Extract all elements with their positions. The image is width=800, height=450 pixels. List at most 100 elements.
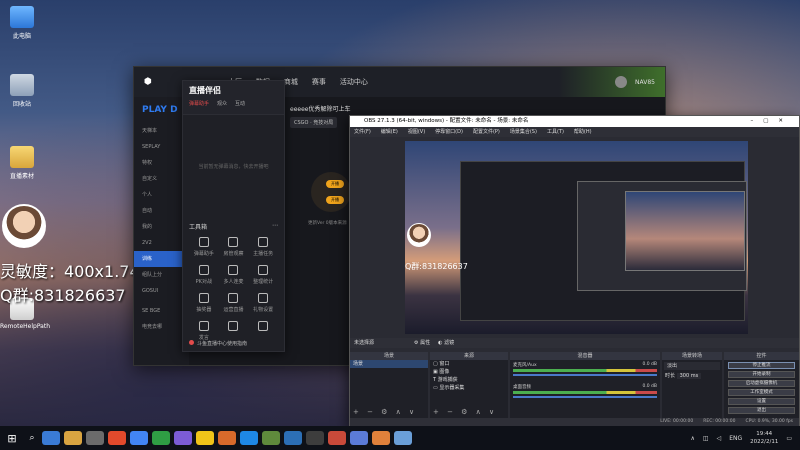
menu-item[interactable]: 配置文件(P) [473, 127, 500, 137]
channel-name: 桌面音频 [513, 385, 531, 390]
taskbar-app-icon[interactable] [108, 431, 126, 445]
tool-item[interactable]: 礼物设置 [248, 293, 278, 313]
tool-item[interactable]: 弹幕助手 [189, 237, 219, 257]
desktop-icon-recycle-bin[interactable]: 回收站 [0, 74, 44, 108]
nav-item[interactable]: 活动中心 [340, 77, 368, 87]
sidebar-item[interactable]: SEPLAY [134, 139, 189, 155]
taskbar-app-icon[interactable] [262, 431, 280, 445]
source-item[interactable]: ▢ 窗口 [430, 360, 508, 368]
scene-controls[interactable]: + − ⚙ ∧ ∨ [353, 408, 417, 416]
taskbar-app-icon[interactable] [350, 431, 368, 445]
obs-preview[interactable]: Q群:831826637 [405, 141, 748, 334]
menu-item[interactable]: 停靠窗口(D) [435, 127, 463, 137]
tab-interact[interactable]: 互动 [235, 100, 245, 107]
desktop-icon-stream-folder[interactable]: 直播素材 [0, 146, 44, 180]
duration-field[interactable]: 时长 300 ms [662, 372, 722, 380]
sidebar-item[interactable]: 2V2 [134, 235, 189, 251]
taskbar-app-icon[interactable] [130, 431, 148, 445]
search-icon[interactable]: ⌕ [24, 433, 40, 443]
menu-item[interactable]: 工具(T) [547, 127, 564, 137]
nav-item[interactable]: 赛事 [312, 77, 326, 87]
taskbar-app-icon[interactable] [372, 431, 390, 445]
taskbar-app-icon[interactable] [86, 431, 104, 445]
network-icon[interactable]: ◫ [703, 435, 709, 442]
taskbar-app-icon[interactable] [174, 431, 192, 445]
taskbar-app-icon[interactable] [42, 431, 60, 445]
tab-danmu[interactable]: 弹幕助手 [189, 100, 209, 107]
tool-item[interactable]: 发言 [189, 321, 219, 341]
tool-item[interactable]: 多人连麦 [219, 265, 249, 285]
tray-arrow-icon[interactable]: ∧ [690, 435, 694, 442]
properties-button[interactable]: ⚙ 属性 [414, 338, 430, 348]
studio-mode-button[interactable]: 工作室模式 [728, 389, 795, 396]
taskbar-app-icon[interactable] [64, 431, 82, 445]
sidebar-item[interactable]: 自动 [134, 203, 189, 219]
tool-item[interactable]: 运营直播 [219, 293, 249, 313]
source-item[interactable]: T 游戏捕获 [430, 376, 508, 384]
scene-item[interactable]: 场景 [350, 360, 428, 368]
tool-item[interactable]: 整理统计 [248, 265, 278, 285]
taskbar-app-icon[interactable] [394, 431, 412, 445]
sidebar-item[interactable]: 我的 [134, 219, 189, 235]
taskbar-app-icon[interactable] [196, 431, 214, 445]
taskbar-app-icon[interactable] [218, 431, 236, 445]
start-virtual-camera-button[interactable]: 启动虚拟摄像机 [728, 380, 795, 387]
tool-item[interactable]: 抽奖器 [189, 293, 219, 313]
sidebar-item[interactable]: GOSUI [134, 283, 189, 299]
sidebar-item[interactable]: 自定义 [134, 171, 189, 187]
transition-type-select[interactable]: 淡出 [664, 362, 720, 370]
sidebar-item[interactable]: 特权 [134, 155, 189, 171]
volume-meter [513, 391, 657, 394]
sidebar-footer[interactable]: SE BGE [134, 303, 189, 319]
notification-icon[interactable]: ▭ [786, 435, 792, 442]
language-indicator[interactable]: ENG [729, 435, 742, 442]
windows-icon[interactable]: ⊞ [0, 426, 24, 450]
taskbar-app-icon[interactable] [240, 431, 258, 445]
source-item[interactable]: ▣ 图像 [430, 368, 508, 376]
tool-item[interactable] [219, 321, 249, 341]
volume-slider[interactable] [513, 374, 657, 376]
sidebar-footer-2[interactable]: 电竞去哪 [134, 319, 189, 335]
source-controls[interactable]: + − ⚙ ∧ ∨ [433, 408, 497, 416]
exit-button[interactable]: 退出 [728, 407, 795, 414]
sidebar-item[interactable]: 组队上分 [134, 267, 189, 283]
avatar[interactable] [615, 76, 628, 88]
menu-item[interactable]: 场景集合(S) [510, 127, 537, 137]
start-recording-button[interactable]: 开始录制 [728, 371, 795, 378]
filters-button[interactable]: ◐ 滤镜 [438, 338, 454, 348]
tool-label: 抽奖器 [196, 307, 212, 313]
clock[interactable]: 19:44 2022/2/11 [750, 430, 778, 446]
more-icon[interactable]: ⋯ [272, 222, 278, 231]
taskbar-app-icon[interactable] [306, 431, 324, 445]
sidebar-item[interactable]: 天梯本 [134, 123, 189, 139]
tool-item[interactable]: 房管观察 [219, 237, 249, 257]
taskbar-app-icon[interactable] [152, 431, 170, 445]
taskbar-app-icon[interactable] [284, 431, 302, 445]
tab-audience[interactable]: 观众 [217, 100, 227, 107]
window-controls[interactable]: –▢✕ [750, 116, 793, 127]
tool-item[interactable]: 主播任务 [248, 237, 278, 257]
recycle-bin-icon [10, 74, 34, 96]
sidebar-item-active[interactable]: 训练 [134, 251, 189, 267]
volume-icon[interactable]: ◁ [717, 435, 722, 442]
taskbar-app-icon[interactable] [328, 431, 346, 445]
tool-item[interactable] [248, 321, 278, 341]
menu-item[interactable]: 视图(V) [408, 127, 425, 137]
tool-item[interactable]: PK对战 [189, 265, 219, 285]
start-live-button[interactable]: 开播 [326, 180, 344, 188]
menu-item[interactable]: 帮助(H) [574, 127, 592, 137]
nav-item[interactable]: 商城 [284, 77, 298, 87]
volume-slider[interactable] [513, 396, 657, 398]
menu-item[interactable]: 编辑(E) [381, 127, 398, 137]
assistant-footer[interactable]: 斗鱼直播中心使用指南 [189, 340, 247, 347]
game-tag[interactable]: CSGO · 竞技对局 [290, 117, 338, 128]
stop-streaming-button[interactable]: 停止推流 [728, 362, 795, 369]
sidebar-item[interactable]: 个人 [134, 187, 189, 203]
desktop-icon-this-pc[interactable]: 此电脑 [0, 6, 44, 40]
menu-item[interactable]: 文件(F) [354, 127, 371, 137]
start-live-button-2[interactable]: 开播 [326, 196, 344, 204]
source-item[interactable]: ▭ 显示器采集 [430, 384, 508, 392]
tool-icon [198, 293, 209, 303]
settings-button[interactable]: 设置 [728, 398, 795, 405]
cpu-status: CPU: 0.9%, 30.00 fps [745, 419, 794, 424]
